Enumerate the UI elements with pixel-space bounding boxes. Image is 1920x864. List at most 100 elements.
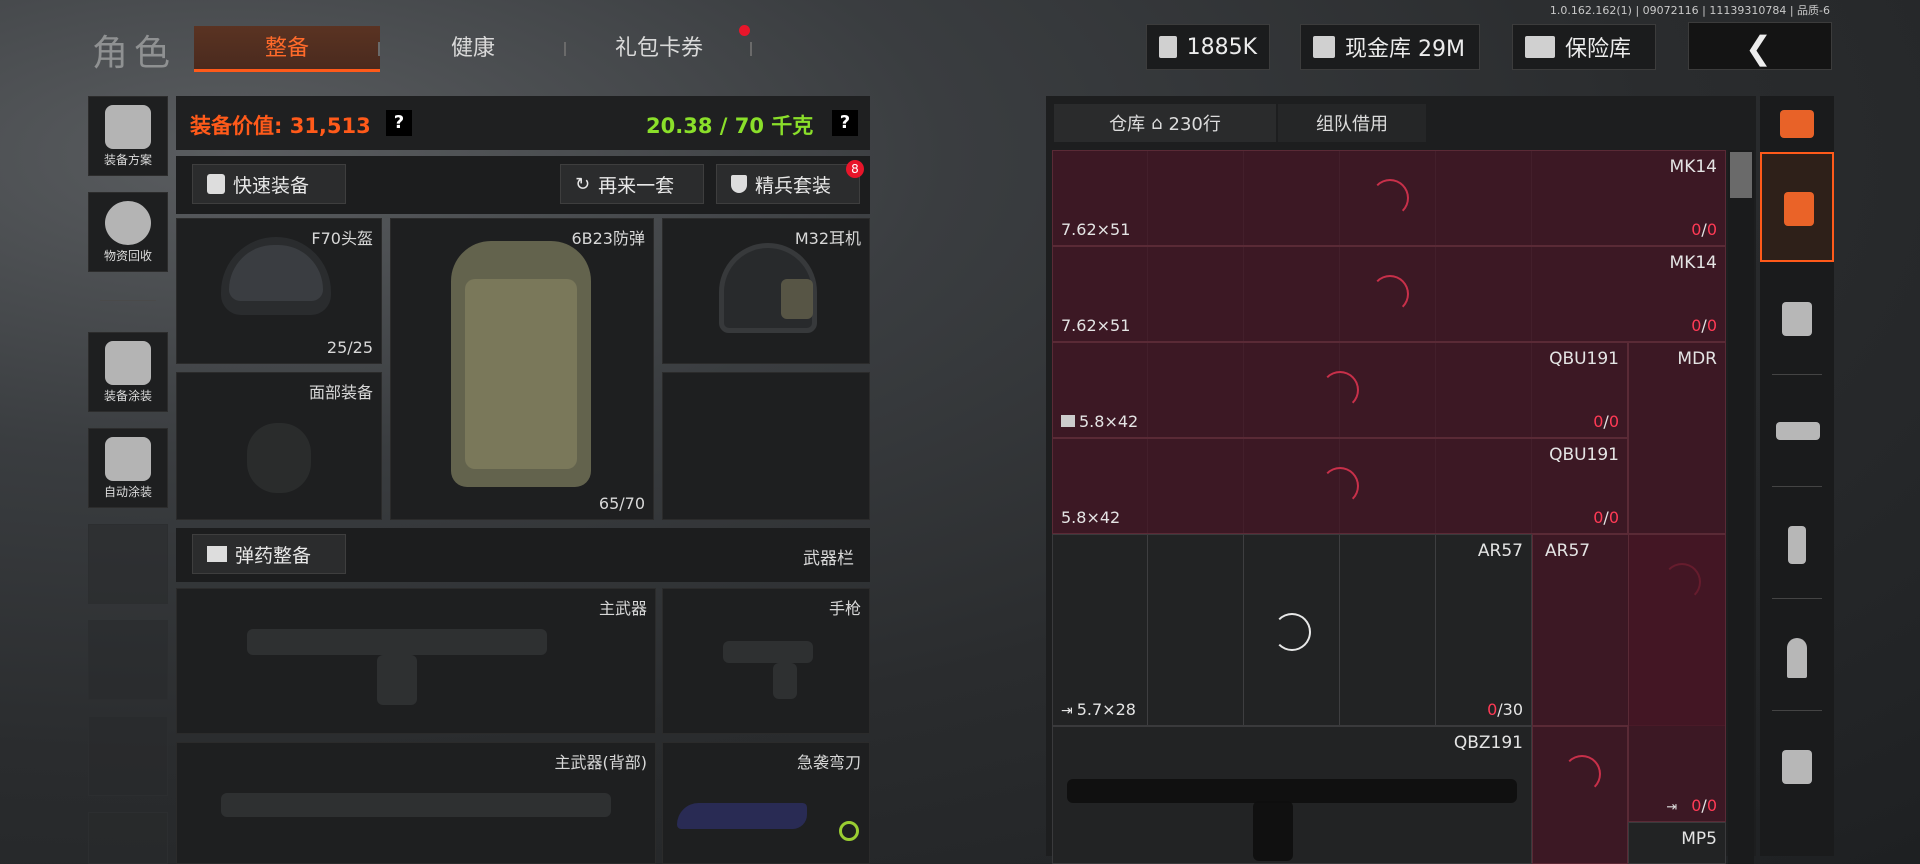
category-magazine[interactable] <box>1760 488 1834 598</box>
magazine-icon <box>1788 526 1806 564</box>
item-count: 0/0 <box>1593 508 1619 527</box>
item-name: MDR <box>1677 349 1717 369</box>
scrollbar-thumb[interactable] <box>1730 152 1752 198</box>
all-gear-icon <box>1784 192 1814 226</box>
back-weapon-label: 主武器(背部) <box>554 753 648 772</box>
value-help-button[interactable]: ? <box>386 110 412 136</box>
pistol-slot[interactable]: 手枪 <box>662 588 870 734</box>
gear-value-bar: 装备价值: 31,513 ? 20.38 / 70 千克 ? <box>176 96 870 150</box>
item-qbz191-secondary[interactable] <box>1532 726 1628 864</box>
item-qbz191[interactable]: QBZ191 <box>1052 726 1532 864</box>
safe-icon <box>1525 36 1555 58</box>
category-refresh[interactable] <box>1760 96 1834 154</box>
item-mdr[interactable]: MDR <box>1628 342 1726 534</box>
quick-equip-button[interactable]: 快速装备 <box>192 164 346 204</box>
tab-maintenance[interactable]: 整备 <box>194 26 380 72</box>
armor-slot[interactable]: 6B23防弹 65/70 <box>390 218 654 520</box>
ammo-capacity: 30 <box>1502 700 1523 719</box>
item-caliber: 7.62×51 <box>1061 316 1131 335</box>
back-weapon-slot[interactable]: 主武器(背部) <box>176 742 656 864</box>
supply-recycle-button[interactable]: 物资回收 <box>88 192 168 272</box>
cash-display[interactable]: 1885K <box>1146 24 1270 70</box>
item-mk14[interactable]: MK14 7.62×51 0/0 <box>1052 150 1726 246</box>
weapon-bar-label: 武器栏 <box>803 549 854 569</box>
cash-icon <box>1159 36 1177 58</box>
armor-durability: 65/70 <box>598 494 645 513</box>
cash-vault-button[interactable]: 现金库 29M <box>1300 24 1480 70</box>
item-name: MK14 <box>1669 157 1717 177</box>
refresh-icon: ↻ <box>575 173 591 195</box>
gear-paint-button[interactable]: 装备涂装 <box>88 332 168 412</box>
warehouse-grid: MK14 7.62×51 0/0 MK14 7.62×51 0/0 QBU191… <box>1052 150 1726 864</box>
headset-slot[interactable]: M32耳机 <box>662 218 870 364</box>
weight-help-button[interactable]: ? <box>832 110 858 136</box>
ammo-capacity: 0 <box>1608 412 1619 431</box>
category-ammo[interactable] <box>1760 600 1834 710</box>
vault-icon <box>1313 36 1335 58</box>
item-name: QBU191 <box>1549 445 1619 465</box>
tab-team-borrow[interactable]: 组队借用 <box>1278 104 1426 142</box>
item-caliber: ⇥ 5.7×28 <box>1061 700 1136 719</box>
item-mp5[interactable]: MP5 <box>1628 822 1726 864</box>
supply-recycle-label: 物资回收 <box>103 249 152 263</box>
ammo-capacity: 0 <box>1706 220 1717 239</box>
rifle-image <box>1067 779 1517 803</box>
category-all-gear[interactable] <box>1760 152 1834 262</box>
stack-refresh-icon <box>1780 110 1814 138</box>
empty-gear-slot[interactable] <box>662 372 870 520</box>
pistol-label: 手枪 <box>828 599 861 618</box>
item-qbu191[interactable]: QBU191 5.8×42 0/0 <box>1052 342 1628 438</box>
helmet-name: F70头盔 <box>311 229 373 248</box>
category-scope[interactable] <box>1760 712 1834 822</box>
item-count: 0/30 <box>1487 700 1523 719</box>
item-qbu191[interactable]: QBU191 5.8×42 0/0 <box>1052 438 1628 534</box>
item-ar57[interactable]: AR57 ⇥ 5.7×28 0/30 <box>1052 534 1532 726</box>
ammo-prep-button[interactable]: 弹药整备 <box>192 534 346 574</box>
auto-paint-label: 自动涂装 <box>103 485 152 499</box>
armor-icon <box>1782 302 1812 336</box>
again-button[interactable]: ↻ 再来一套 <box>560 164 704 204</box>
rifle-mag-silhouette <box>377 655 417 705</box>
tab-gift-coupons[interactable]: 礼包卡券 <box>566 26 752 72</box>
helmet-slot[interactable]: F70头盔 25/25 <box>176 218 382 364</box>
page-title: 角色 <box>92 33 177 74</box>
item-mk14[interactable]: MK14 7.62×51 0/0 <box>1052 246 1726 342</box>
tab-health[interactable]: 健康 <box>380 26 566 72</box>
elite-set-button[interactable]: 精兵套装 <box>716 164 860 204</box>
item-ammo-cell[interactable]: ⇥ 0/0 <box>1628 534 1726 822</box>
loadout-plan-button[interactable]: 装备方案 <box>88 96 168 176</box>
melee-slot[interactable]: 急袭弯刀 <box>662 742 870 864</box>
face-slot[interactable]: 面部装备 <box>176 372 382 520</box>
loadout-plan-label: 装备方案 <box>103 153 152 167</box>
loading-spinner-icon <box>1321 467 1359 505</box>
auto-paint-button[interactable]: 自动涂装 <box>88 428 168 508</box>
melee-label: 急袭弯刀 <box>796 753 861 772</box>
primary-weapon-slot[interactable]: 主武器 <box>176 588 656 734</box>
item-caliber: 5.8×42 <box>1061 508 1121 527</box>
elite-set-label: 精兵套装 <box>755 174 832 197</box>
item-name: QBZ191 <box>1453 733 1523 753</box>
armor-name: 6B23防弹 <box>571 229 645 248</box>
insurance-vault-button[interactable]: 保险库 <box>1512 24 1656 70</box>
rifle-icon <box>1776 422 1820 440</box>
loading-spinner-icon <box>1273 613 1311 651</box>
ammo-loaded: 0 <box>1593 412 1604 431</box>
category-rifle[interactable] <box>1760 376 1834 486</box>
empty-slot <box>88 716 168 796</box>
again-label: 再来一套 <box>598 174 675 197</box>
tab-divider <box>750 42 752 56</box>
ammo-icon <box>207 546 227 562</box>
gear-value: 装备价值: 31,513 <box>190 114 371 138</box>
item-count: 0/0 <box>1691 220 1717 239</box>
ammo-loaded: 0 <box>1691 796 1702 815</box>
primary-weapon-label: 主武器 <box>598 599 647 618</box>
recycle-icon <box>105 201 151 245</box>
cash-amount: 1885K <box>1186 34 1257 60</box>
box-icon <box>1061 415 1075 427</box>
category-armor[interactable] <box>1760 264 1834 374</box>
back-button[interactable]: ❮ <box>1688 22 1832 70</box>
tab-storage[interactable]: 仓库 ⌂ 230行 <box>1054 104 1276 142</box>
warehouse-scrollbar[interactable] <box>1728 150 1754 864</box>
gear-paint-icon <box>105 341 151 385</box>
gear-paint-label: 装备涂装 <box>103 389 152 403</box>
